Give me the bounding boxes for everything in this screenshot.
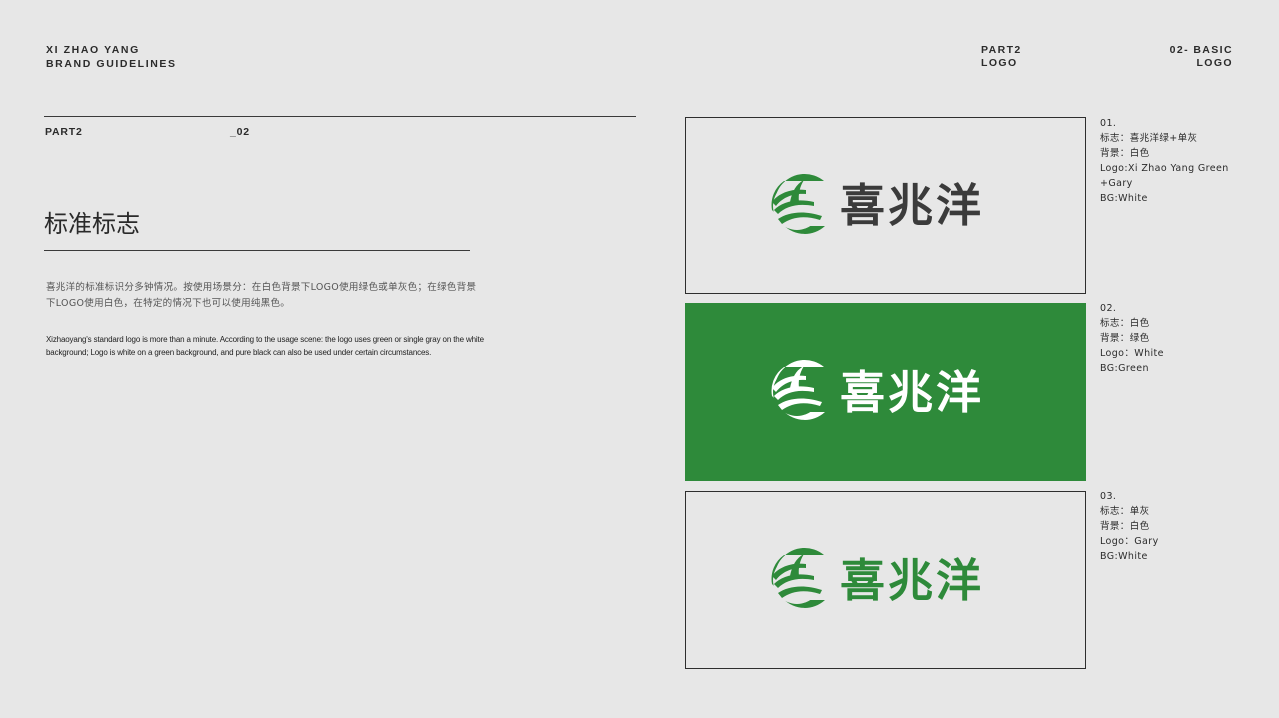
description-cn: 喜兆洋的标准标识分多钟情况。按使用场景分：在白色背景下LOGO使用绿色或单灰色；… <box>46 282 477 309</box>
section-header-line1: 02- BASIC <box>1169 44 1233 56</box>
part-number: _02 <box>230 126 250 138</box>
logo-panel-green-gray: 喜兆洋 <box>685 117 1086 294</box>
panel-notes-3: 03. 标志：单灰 背景：白色 Logo：Gary BG:White <box>1100 489 1159 564</box>
logo: 喜兆洋 <box>766 358 984 426</box>
notes-3-line: 标志：单灰 <box>1100 506 1150 517</box>
page-title: 标准标志 <box>44 210 140 238</box>
logo-panel-white-on-green: 喜兆洋 <box>685 303 1086 481</box>
logo: 喜兆洋 <box>766 172 984 240</box>
logo-text: 喜兆洋 <box>840 553 985 607</box>
notes-2-line: 02. <box>1100 303 1117 314</box>
section-header-line2: LOGO <box>1196 57 1233 69</box>
part-label: PART2 <box>45 126 83 138</box>
logo-text: 喜兆洋 <box>840 365 985 419</box>
notes-3-line: 背景：白色 <box>1100 521 1150 532</box>
title-divider <box>44 250 470 251</box>
notes-1-line: BG:White <box>1100 193 1148 204</box>
notes-3-line: 03. <box>1100 491 1117 502</box>
logo-mark-icon <box>771 547 825 608</box>
notes-1-line: Logo:Xi Zhao Yang Green <box>1100 163 1229 174</box>
notes-1-line: 标志：喜兆洋绿+单灰 <box>1100 133 1198 144</box>
logo-mark-icon <box>771 173 825 234</box>
notes-3-line: Logo：Gary <box>1100 536 1159 547</box>
part-header: PART2 LOGO <box>981 44 1022 70</box>
section-header: 02- BASIC LOGO <box>1170 44 1233 70</box>
logo: 喜兆洋 <box>766 546 984 614</box>
logo-text: 喜兆洋 <box>840 179 985 232</box>
notes-1-line: 01. <box>1100 118 1117 129</box>
notes-3-line: BG:White <box>1100 551 1148 562</box>
top-divider <box>44 116 636 117</box>
logo-mark-icon <box>771 359 825 420</box>
notes-2-line: 背景：绿色 <box>1100 333 1150 344</box>
notes-2-line: 标志：白色 <box>1100 318 1150 329</box>
brand-name: XI ZHAO YANG <box>46 44 140 56</box>
logo-panel-green: 喜兆洋 <box>685 491 1086 669</box>
notes-2-line: Logo：White <box>1100 348 1164 359</box>
notes-2-line: BG:Green <box>1100 363 1149 374</box>
part-header-line2: LOGO <box>981 57 1018 69</box>
panel-notes-1: 01. 标志：喜兆洋绿+单灰 背景：白色 Logo:Xi Zhao Yang G… <box>1100 116 1229 206</box>
notes-1-line: 背景：白色 <box>1100 148 1150 159</box>
description-en: Xizhaoyang's standard logo is more than … <box>46 335 484 357</box>
brand-header: XI ZHAO YANG BRAND GUIDELINES <box>46 43 177 71</box>
notes-1-line: +Gary <box>1100 178 1133 189</box>
panel-notes-2: 02. 标志：白色 背景：绿色 Logo：White BG:Green <box>1100 301 1164 376</box>
part-header-line1: PART2 <box>981 44 1022 56</box>
brand-subtitle: BRAND GUIDELINES <box>46 58 177 70</box>
